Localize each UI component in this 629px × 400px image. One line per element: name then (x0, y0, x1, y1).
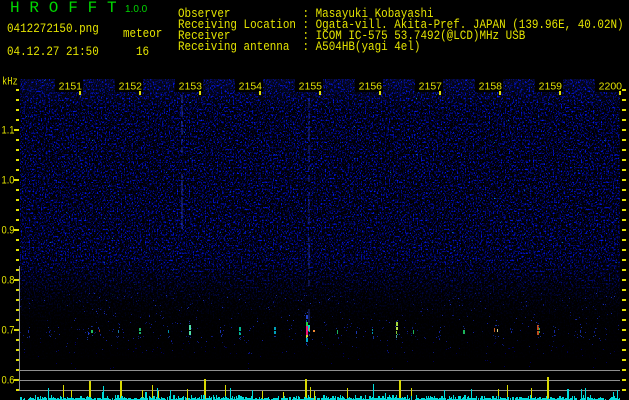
svg-text:2155: 2155 (299, 81, 323, 93)
svg-text:2151: 2151 (59, 81, 83, 93)
svg-text:0.8: 0.8 (2, 275, 15, 287)
svg-text:2152: 2152 (119, 81, 143, 93)
svg-text:0.6: 0.6 (2, 375, 15, 387)
svg-text:2200: 2200 (599, 81, 623, 93)
svg-text:2156: 2156 (359, 81, 383, 93)
svg-text:2153: 2153 (179, 81, 203, 93)
svg-text:2157: 2157 (419, 81, 443, 93)
svg-text:kHz: kHz (2, 76, 18, 88)
svg-text:1.0: 1.0 (2, 175, 15, 187)
svg-text:2159: 2159 (539, 81, 563, 93)
svg-text:0.9: 0.9 (2, 225, 15, 237)
svg-text:0.7: 0.7 (2, 325, 15, 337)
svg-text:2154: 2154 (239, 81, 263, 93)
svg-text:1.1: 1.1 (2, 125, 15, 137)
svg-text:2158: 2158 (479, 81, 503, 93)
